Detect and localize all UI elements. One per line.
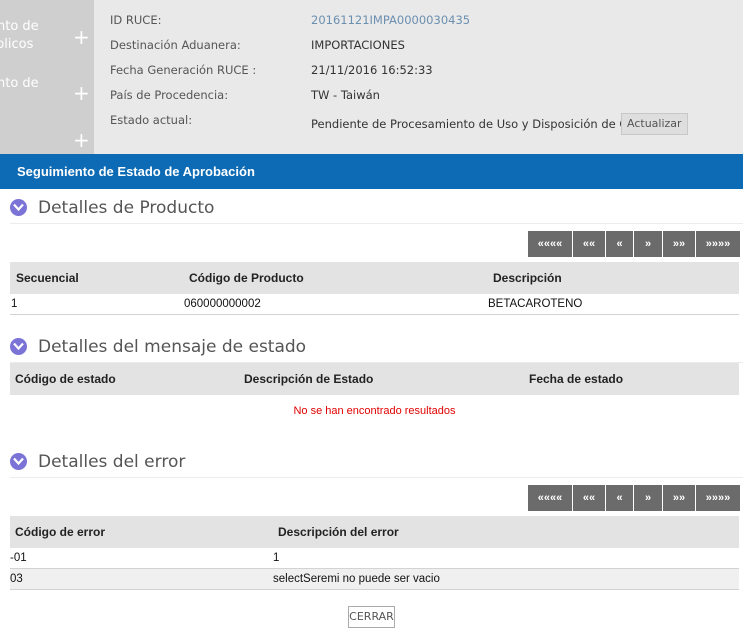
side-menu-item-2-label[interactable]: nto de — [0, 75, 39, 93]
ruce-info-panel: nto de blicos + nto de + + ID RUCE: 2016… — [0, 0, 743, 154]
estado-actual-value: Pendiente de Procesamiento de Uso y Disp… — [311, 117, 656, 131]
pais-procedencia-label: País de Procedencia: — [110, 88, 229, 102]
table-row[interactable]: 03 selectSeremi no puede ser vacio — [10, 569, 739, 590]
table-cell: selectSeremi no puede ser vacio — [273, 573, 440, 585]
status-table-header: Código de estado Descripción de Estado F… — [10, 363, 739, 395]
expand-plus-icon[interactable]: + — [73, 83, 90, 103]
section-title: Detalles de Producto — [38, 198, 215, 218]
table-cell: BETACAROTENO — [488, 298, 583, 310]
column-header[interactable]: Código de estado — [15, 372, 116, 386]
next-block-button[interactable]: »» — [663, 231, 695, 257]
destinacion-value: IMPORTACIONES — [311, 38, 405, 52]
chevron-down-icon[interactable] — [10, 338, 27, 355]
column-header[interactable]: Descripción del error — [278, 525, 399, 539]
first-page-button[interactable]: «««« — [528, 485, 572, 511]
id-ruce-label: ID RUCE: — [110, 13, 162, 27]
product-details-header[interactable]: Detalles de Producto — [10, 196, 743, 224]
prev-block-button[interactable]: «« — [573, 231, 605, 257]
prev-page-button[interactable]: « — [606, 485, 633, 511]
expand-plus-icon[interactable]: + — [73, 27, 90, 47]
table-cell: 1 — [11, 298, 18, 310]
next-page-button[interactable]: » — [634, 485, 662, 511]
page-title: Seguimiento de Estado de Aprobación — [17, 164, 255, 179]
refresh-button[interactable]: Actualizar — [621, 113, 688, 135]
error-pager: «««« «« « » »» »»»» — [528, 485, 741, 511]
last-page-button[interactable]: »»»» — [696, 485, 740, 511]
table-cell: 060000000002 — [184, 298, 261, 310]
side-menu-item-1-label-2[interactable]: blicos — [0, 36, 33, 54]
column-header[interactable]: Código de error — [15, 525, 105, 539]
estado-actual-label: Estado actual: — [110, 113, 193, 127]
next-page-button[interactable]: » — [634, 231, 662, 257]
error-details-header[interactable]: Detalles del error — [10, 450, 743, 478]
status-details-header[interactable]: Detalles del mensaje de estado — [10, 335, 743, 363]
column-header[interactable]: Secuencial — [16, 271, 79, 285]
side-menu-item-1-label[interactable]: nto de — [0, 18, 39, 36]
error-table-header: Código de error Descripción del error — [10, 516, 739, 548]
table-row[interactable]: -01 1 — [10, 548, 739, 569]
prev-block-button[interactable]: «« — [573, 485, 605, 511]
last-page-button[interactable]: »»»» — [696, 231, 740, 257]
empty-results-message: No se han encontrado resultados — [293, 405, 456, 417]
product-table-header: Secuencial Código de Producto Descripció… — [10, 262, 739, 294]
column-header[interactable]: Descripción de Estado — [244, 372, 373, 386]
next-block-button[interactable]: »» — [663, 485, 695, 511]
table-row[interactable]: 1 060000000002 BETACAROTENO — [10, 294, 739, 315]
section-title: Detalles del error — [38, 452, 186, 472]
product-pager: «««« «« « » »» »»»» — [528, 231, 741, 257]
chevron-down-icon[interactable] — [10, 453, 27, 470]
close-button[interactable]: CERRAR — [348, 606, 395, 628]
destinacion-label: Destinación Aduanera: — [110, 38, 241, 52]
table-cell: 1 — [273, 552, 280, 564]
section-title: Detalles del mensaje de estado — [38, 337, 307, 357]
id-ruce-value: 20161121IMPA0000030435 — [311, 13, 471, 27]
column-header[interactable]: Código de Producto — [189, 271, 304, 285]
column-header[interactable]: Fecha de estado — [529, 372, 623, 386]
first-page-button[interactable]: «««« — [528, 231, 572, 257]
table-cell: 03 — [10, 573, 23, 585]
prev-page-button[interactable]: « — [606, 231, 633, 257]
pais-procedencia-value: TW - Taiwán — [311, 88, 380, 102]
chevron-down-icon[interactable] — [10, 199, 27, 216]
column-header[interactable]: Descripción — [493, 271, 562, 285]
fecha-generacion-value: 21/11/2016 16:52:33 — [311, 63, 433, 77]
expand-plus-icon[interactable]: + — [73, 130, 90, 150]
fecha-generacion-label: Fecha Generación RUCE : — [110, 63, 257, 77]
table-cell: -01 — [10, 552, 27, 564]
page-title-bar: Seguimiento de Estado de Aprobación — [0, 154, 743, 189]
side-menu: nto de blicos + nto de + + — [0, 0, 94, 154]
